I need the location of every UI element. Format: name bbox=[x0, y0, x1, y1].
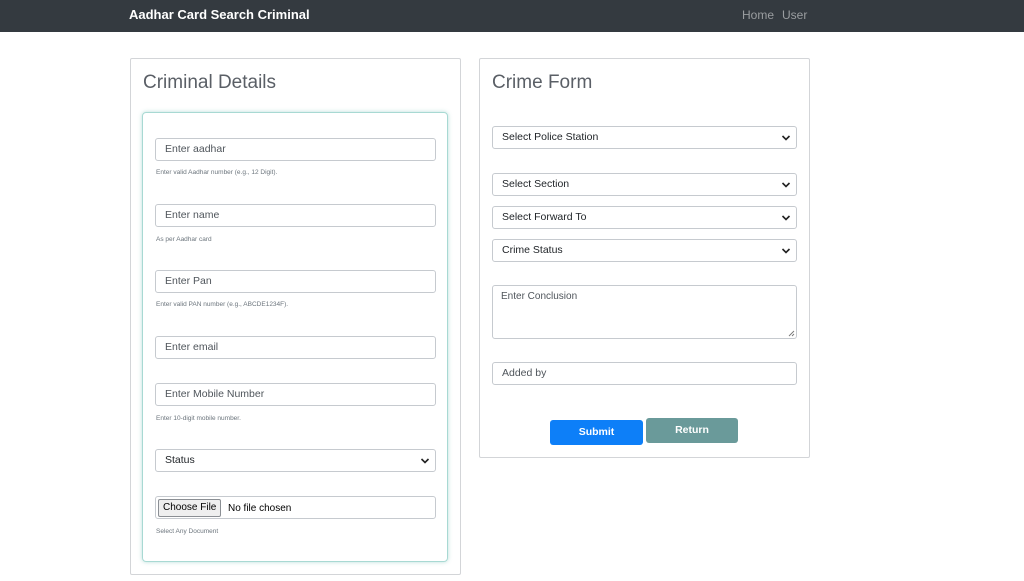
forward-to-select[interactable]: Select Forward To bbox=[492, 206, 797, 229]
section-select-value: Select Section bbox=[502, 178, 570, 190]
forward-to-select-value: Select Forward To bbox=[502, 211, 587, 223]
chevron-down-icon bbox=[781, 135, 791, 141]
police-station-select[interactable]: Select Police Station bbox=[492, 126, 797, 149]
criminal-details-card: Criminal Details Enter aadhar Enter vali… bbox=[130, 58, 461, 575]
conclusion-placeholder: Enter Conclusion bbox=[501, 291, 578, 302]
aadhar-placeholder: Enter aadhar bbox=[165, 143, 226, 155]
submit-button[interactable]: Submit bbox=[550, 420, 643, 445]
added-by-input[interactable]: Added by bbox=[492, 362, 797, 385]
name-help-text: As per Aadhar card bbox=[156, 236, 212, 243]
criminal-details-form: Enter aadhar Enter valid Aadhar number (… bbox=[142, 112, 448, 562]
chevron-down-icon bbox=[420, 458, 430, 464]
resize-handle-icon[interactable] bbox=[787, 329, 795, 337]
name-input[interactable]: Enter name bbox=[155, 204, 436, 227]
navbar-brand[interactable]: Aadhar Card Search Criminal bbox=[129, 7, 310, 22]
conclusion-textarea[interactable]: Enter Conclusion bbox=[492, 285, 797, 339]
email-input[interactable]: Enter email bbox=[155, 336, 436, 359]
document-file-input[interactable]: Choose File No file chosen bbox=[155, 496, 436, 519]
police-station-select-value: Select Police Station bbox=[502, 131, 599, 143]
document-help-text: Select Any Document bbox=[156, 528, 219, 535]
nav-link-user[interactable]: User bbox=[782, 8, 807, 22]
crime-status-select-value: Crime Status bbox=[502, 244, 563, 256]
nav-link-home[interactable]: Home bbox=[742, 8, 774, 22]
return-button[interactable]: Return bbox=[646, 418, 738, 443]
aadhar-input[interactable]: Enter aadhar bbox=[155, 138, 436, 161]
mobile-help-text: Enter 10-digit mobile number. bbox=[156, 415, 241, 422]
section-select[interactable]: Select Section bbox=[492, 173, 797, 196]
added-by-placeholder: Added by bbox=[502, 367, 547, 379]
card-title-criminal-details: Criminal Details bbox=[143, 72, 277, 93]
choose-file-button[interactable]: Choose File bbox=[158, 499, 222, 517]
pan-help-text: Enter valid PAN number (e.g., ABCDE1234F… bbox=[156, 301, 289, 308]
chevron-down-icon bbox=[781, 215, 791, 221]
pan-input[interactable]: Enter Pan bbox=[155, 270, 436, 293]
aadhar-help-text: Enter valid Aadhar number (e.g., 12 Digi… bbox=[156, 169, 278, 176]
name-placeholder: Enter name bbox=[165, 209, 220, 221]
navbar: Aadhar Card Search Criminal Home User bbox=[0, 0, 1024, 32]
card-title-crime-form: Crime Form bbox=[492, 72, 593, 93]
mobile-placeholder: Enter Mobile Number bbox=[165, 388, 265, 400]
file-status-text: No file chosen bbox=[228, 503, 292, 514]
chevron-down-icon bbox=[781, 248, 791, 254]
status-select-value: Status bbox=[165, 454, 195, 466]
chevron-down-icon bbox=[781, 182, 791, 188]
pan-placeholder: Enter Pan bbox=[165, 275, 212, 287]
status-select[interactable]: Status bbox=[155, 449, 436, 472]
crime-form-card: Crime Form Select Police Station Select … bbox=[479, 58, 810, 458]
crime-status-select[interactable]: Crime Status bbox=[492, 239, 797, 262]
mobile-input[interactable]: Enter Mobile Number bbox=[155, 383, 436, 406]
email-placeholder: Enter email bbox=[165, 341, 219, 353]
